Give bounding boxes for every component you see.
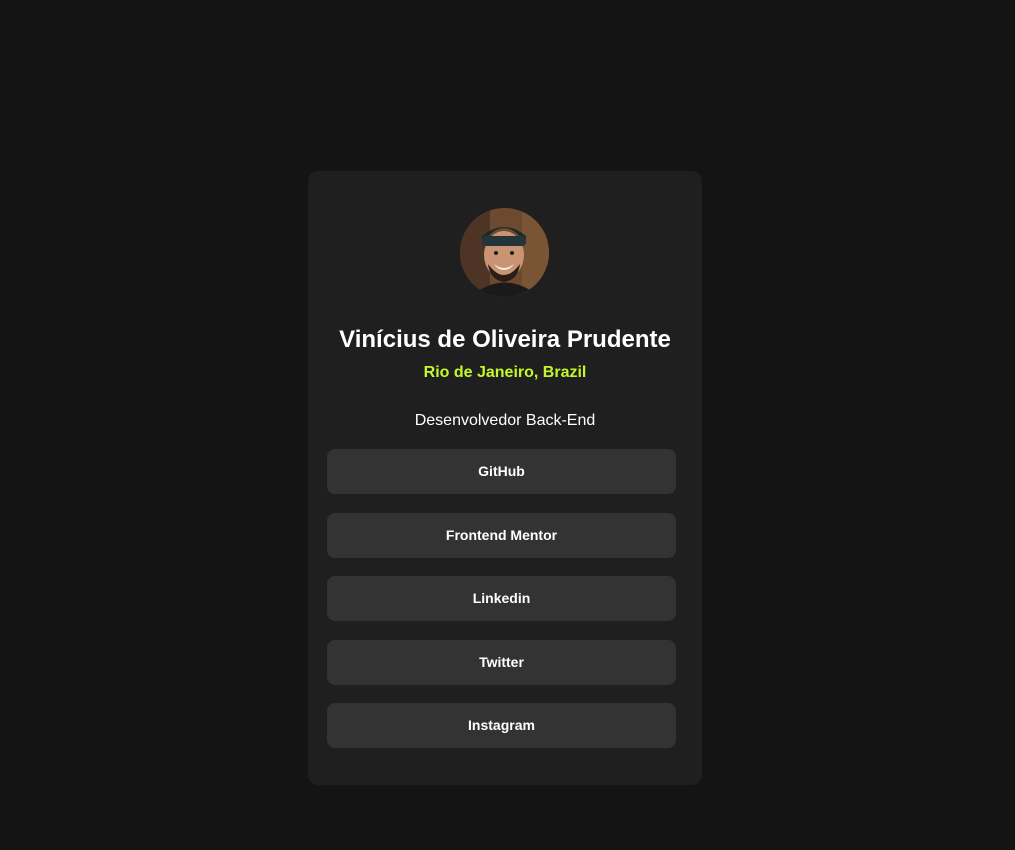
github-link-button[interactable]: GitHub	[327, 449, 676, 494]
avatar	[460, 208, 549, 297]
profile-bio: Desenvolvedor Back-End	[414, 412, 596, 429]
profile-card: Vinícius de Oliveira Prudente Rio de Jan…	[308, 171, 702, 785]
profile-photo-icon	[460, 208, 549, 297]
linkedin-link-button[interactable]: Linkedin	[327, 576, 676, 621]
instagram-link-button[interactable]: Instagram	[327, 703, 676, 748]
social-links-list: GitHub Frontend Mentor Linkedin Twitter …	[327, 449, 676, 767]
twitter-link-button[interactable]: Twitter	[327, 639, 676, 685]
frontend-mentor-link-button[interactable]: Frontend Mentor	[327, 512, 676, 558]
profile-location: Rio de Janeiro, Brazil	[423, 364, 587, 381]
profile-name: Vinícius de Oliveira Prudente	[339, 326, 671, 353]
